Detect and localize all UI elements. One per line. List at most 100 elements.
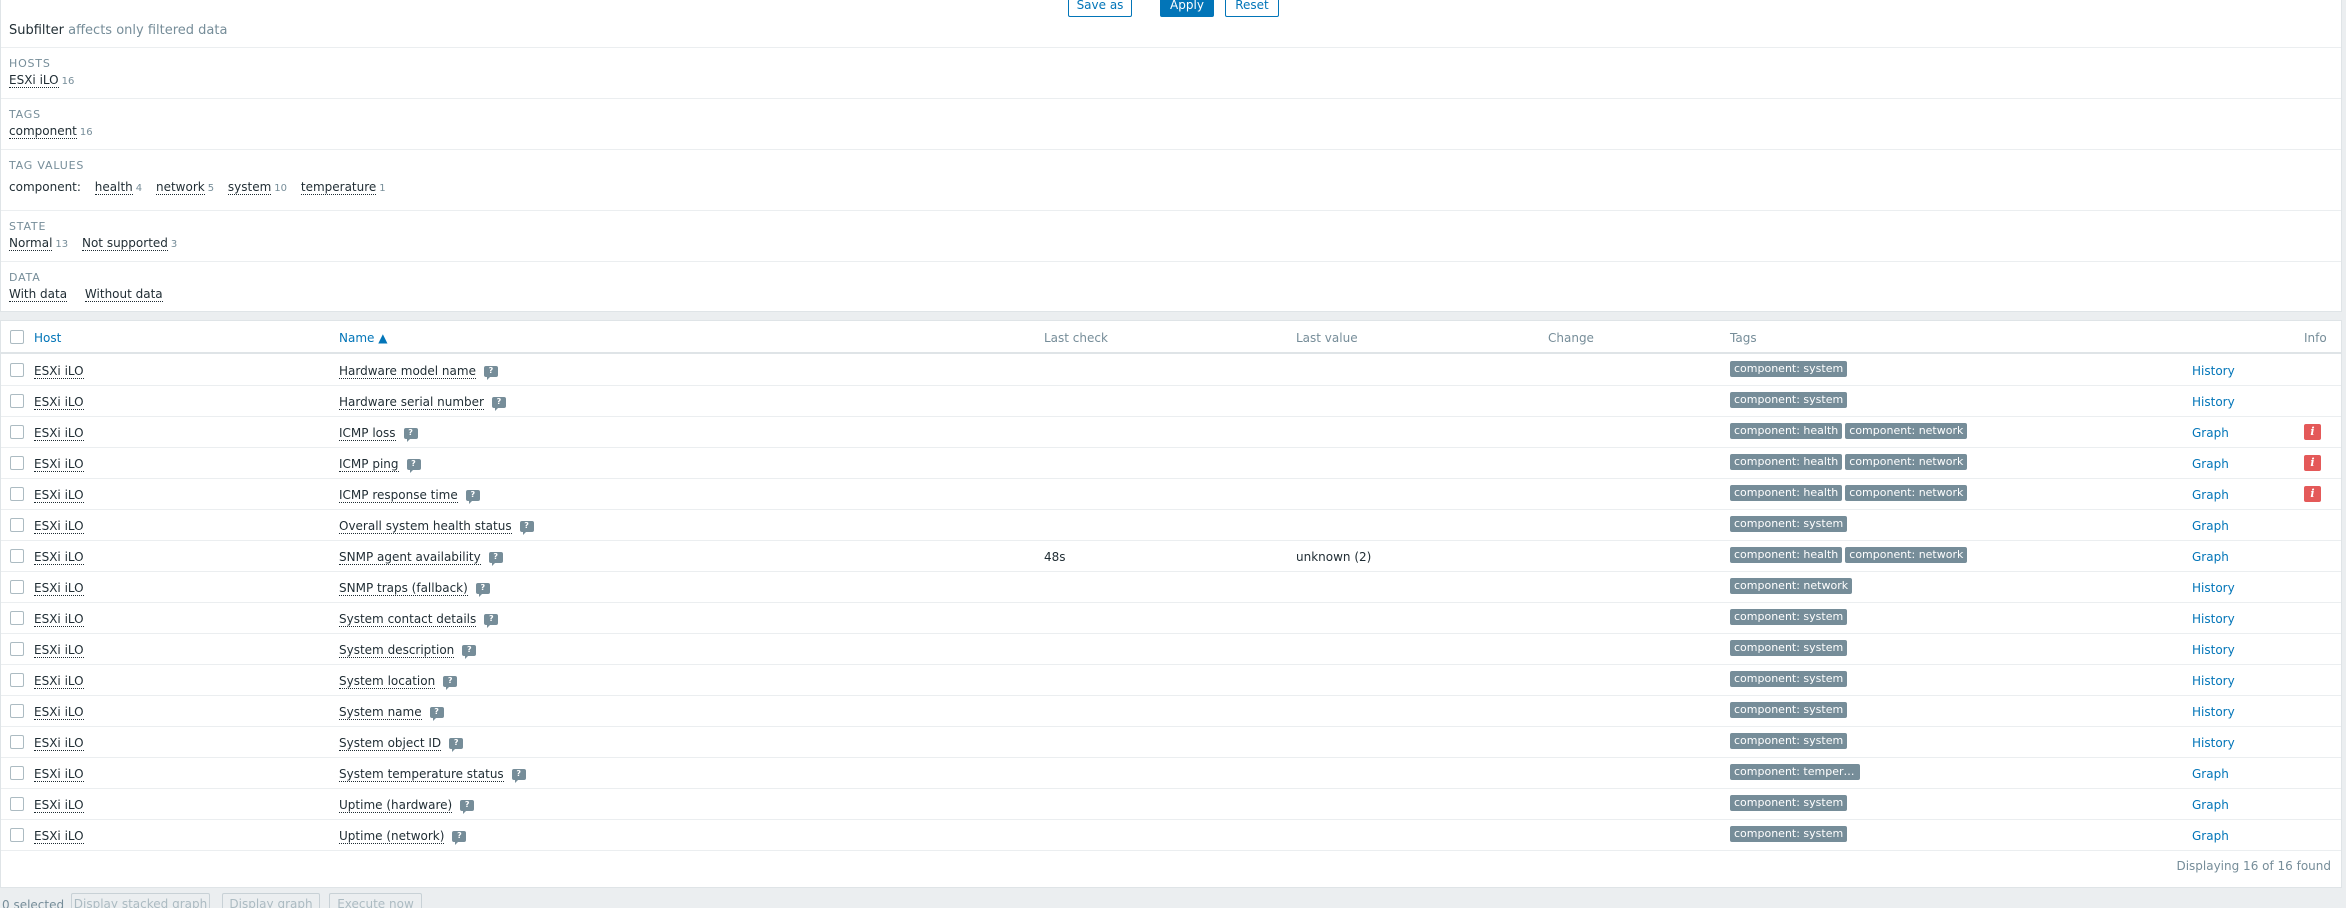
host-link[interactable]: ESXi iLO [34, 364, 84, 379]
row-checkbox[interactable] [10, 487, 24, 501]
row-checkbox[interactable] [10, 394, 24, 408]
graph-link[interactable]: Graph [2192, 488, 2229, 502]
host-link[interactable]: ESXi iLO [34, 457, 84, 472]
tag-badge[interactable]: component: health [1730, 485, 1843, 501]
row-checkbox[interactable] [10, 456, 24, 470]
row-checkbox[interactable] [10, 518, 24, 532]
host-link[interactable]: ESXi iLO [34, 767, 84, 782]
info-error-icon[interactable]: i [2304, 486, 2321, 502]
description-hint-icon[interactable]: ? [492, 397, 506, 411]
graph-link[interactable]: Graph [2192, 829, 2229, 843]
tag-badge[interactable]: component: system [1730, 733, 1848, 749]
item-name-link[interactable]: System temperature status [339, 767, 504, 782]
description-hint-icon[interactable]: ? [511, 769, 526, 783]
history-link[interactable]: History [2192, 643, 2235, 657]
description-hint-icon[interactable]: ? [452, 831, 467, 845]
item-name-link[interactable]: ICMP ping [339, 457, 399, 472]
description-hint-icon[interactable]: ? [406, 459, 421, 473]
host-link[interactable]: ESXi iLO [34, 674, 84, 689]
host-link[interactable]: ESXi iLO [34, 519, 84, 534]
display-graph-button[interactable]: Display graph [222, 893, 320, 908]
tag-badge[interactable]: component: system [1730, 702, 1848, 718]
description-hint-icon[interactable]: ? [449, 738, 464, 752]
tag-badge[interactable]: component: network [1845, 454, 1968, 470]
host-link[interactable]: ESXi iLO [34, 829, 84, 844]
reset-button[interactable]: Reset [1225, 0, 1279, 17]
graph-link[interactable]: Graph [2192, 767, 2229, 781]
tag-badge[interactable]: component: network [1845, 485, 1968, 501]
description-hint-icon[interactable]: ? [443, 676, 458, 690]
history-link[interactable]: History [2192, 581, 2235, 595]
host-link[interactable]: ESXi iLO [34, 736, 84, 751]
row-checkbox[interactable] [10, 549, 24, 563]
subfilter-tag-value-temperature[interactable]: temperature [300, 180, 377, 195]
description-hint-icon[interactable]: ? [475, 583, 490, 597]
graph-link[interactable]: Graph [2192, 426, 2229, 440]
history-link[interactable]: History [2192, 674, 2235, 688]
history-link[interactable]: History [2192, 395, 2235, 409]
row-checkbox[interactable] [10, 611, 24, 625]
row-checkbox[interactable] [10, 766, 24, 780]
host-link[interactable]: ESXi iLO [34, 395, 84, 410]
subfilter-tag-value-network[interactable]: network [155, 180, 205, 195]
description-hint-icon[interactable]: ? [429, 707, 444, 721]
tag-badge[interactable]: component: system [1730, 671, 1848, 687]
tag-badge[interactable]: component: health [1730, 454, 1843, 470]
display-stacked-graph-button[interactable]: Display stacked graph [71, 893, 210, 908]
history-link[interactable]: History [2192, 612, 2235, 626]
item-name-link[interactable]: System description [339, 643, 455, 658]
info-error-icon[interactable]: i [2304, 424, 2321, 440]
description-hint-icon[interactable]: ? [488, 552, 503, 566]
tag-badge[interactable]: component: system [1730, 516, 1848, 532]
description-hint-icon[interactable]: ? [519, 521, 534, 535]
host-link[interactable]: ESXi iLO [34, 581, 84, 596]
save-as-button[interactable]: Save as [1068, 0, 1132, 17]
description-hint-icon[interactable]: ? [403, 428, 418, 442]
host-link[interactable]: ESXi iLO [34, 426, 84, 441]
info-error-icon[interactable]: i [2304, 455, 2321, 471]
graph-link[interactable]: Graph [2192, 457, 2229, 471]
host-link[interactable]: ESXi iLO [34, 643, 84, 658]
execute-now-button[interactable]: Execute now [329, 893, 422, 908]
description-hint-icon[interactable]: ? [465, 490, 480, 504]
item-name-link[interactable]: System location [339, 674, 436, 689]
row-checkbox[interactable] [10, 797, 24, 811]
history-link[interactable]: History [2192, 736, 2235, 750]
row-checkbox[interactable] [10, 425, 24, 439]
tag-badge[interactable]: component: network [1845, 547, 1968, 563]
subfilter-tag-value-system[interactable]: system [227, 180, 272, 195]
host-link[interactable]: ESXi iLO [34, 488, 84, 503]
row-checkbox[interactable] [10, 828, 24, 842]
item-name-link[interactable]: Hardware serial number [339, 395, 484, 410]
description-hint-icon[interactable]: ? [483, 366, 498, 380]
item-name-link[interactable]: Overall system health status [339, 519, 512, 534]
row-checkbox[interactable] [10, 580, 24, 594]
row-checkbox[interactable] [10, 735, 24, 749]
subfilter-state-normal[interactable]: Normal [9, 236, 53, 251]
history-link[interactable]: History [2192, 364, 2235, 378]
tag-badge[interactable]: component: health [1730, 547, 1843, 563]
tag-badge[interactable]: component: system [1730, 392, 1848, 408]
column-name[interactable]: Name ▲ [339, 331, 387, 345]
host-link[interactable]: ESXi iLO [34, 550, 84, 565]
tag-badge[interactable]: component: system [1730, 826, 1848, 842]
item-name-link[interactable]: System contact details [339, 612, 477, 627]
row-checkbox[interactable] [10, 704, 24, 718]
tag-badge[interactable]: component: health [1730, 423, 1843, 439]
item-name-link[interactable]: Hardware model name [339, 364, 476, 379]
item-name-link[interactable]: Uptime (network) [339, 829, 445, 844]
row-checkbox[interactable] [10, 673, 24, 687]
item-name-link[interactable]: ICMP response time [339, 488, 458, 503]
tag-badge[interactable]: component: network [1845, 423, 1968, 439]
row-checkbox[interactable] [10, 363, 24, 377]
graph-link[interactable]: Graph [2192, 550, 2229, 564]
graph-link[interactable]: Graph [2192, 798, 2229, 812]
apply-button[interactable]: Apply [1160, 0, 1214, 17]
tag-badge[interactable]: component: network [1730, 578, 1853, 594]
tag-badge[interactable]: component: temperat... [1730, 764, 1860, 780]
subfilter-data-without-data[interactable]: Without data [84, 287, 163, 302]
tag-badge[interactable]: component: system [1730, 609, 1848, 625]
history-link[interactable]: History [2192, 705, 2235, 719]
subfilter-host-esxi-ilo[interactable]: ESXi iLO [9, 73, 59, 88]
subfilter-tag-component[interactable]: component [9, 124, 77, 139]
